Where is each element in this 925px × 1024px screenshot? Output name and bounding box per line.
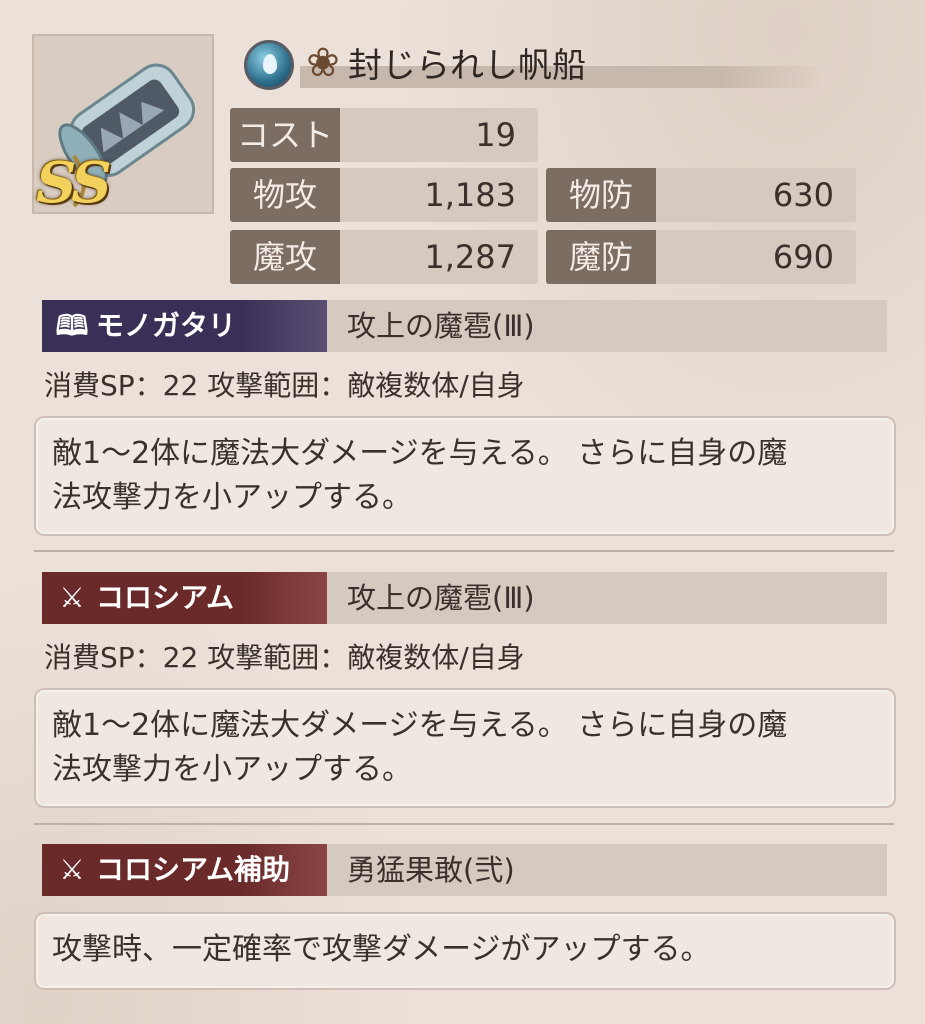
skill-name: 勇猛果敢(弐) [347, 853, 515, 887]
skill-sp-range: 消費SP：22 攻撃範囲：敵複数体/自身 [44, 369, 525, 402]
stat-physical-attack: 物攻 1,183 [230, 168, 538, 222]
skill-description: 攻撃時、一定確率で攻撃ダメージがアップする。 [34, 912, 896, 990]
description-line: 敵1～2体に魔法大ダメージを与える。 さらに自身の魔 [52, 708, 788, 743]
stat-magic-defense: 魔防 690 [546, 230, 856, 284]
skill-header-colosseum: ⚔ コロシアム 攻上の魔雹(Ⅲ) [42, 572, 887, 624]
colosseum-badge: ⚔ コロシアム [42, 572, 327, 624]
book-icon: 🕮 [55, 309, 89, 342]
divider [34, 823, 894, 825]
skill-description: 敵1～2体に魔法大ダメージを与える。 さらに自身の魔 法攻撃力を小アップする。 [34, 688, 896, 808]
description-line: 敵1～2体に魔法大ダメージを与える。 さらに自身の魔 [52, 436, 788, 471]
crossed-swords-icon: ⚔ [59, 581, 85, 614]
skill-description: 敵1～2体に魔法大ダメージを与える。 さらに自身の魔 法攻撃力を小アップする。 [34, 416, 896, 536]
stat-label: コスト [230, 108, 340, 162]
colosseum-support-badge: ⚔ コロシアム補助 [42, 844, 327, 896]
stat-value: 690 [772, 238, 834, 276]
stat-value: 630 [772, 176, 834, 214]
skill-name: 攻上の魔雹(Ⅲ) [347, 581, 535, 615]
stat-label: 魔防 [546, 230, 656, 284]
skill-sp-range: 消費SP：22 攻撃範囲：敵複数体/自身 [44, 641, 525, 674]
crossed-swords-plus-icon: ⚔ [59, 853, 85, 886]
stat-value: 1,287 [424, 238, 516, 276]
stat-value: 19 [475, 116, 516, 154]
badge-label: コロシアム [96, 581, 235, 614]
stat-label: 物防 [546, 168, 656, 222]
stat-label: 物攻 [230, 168, 340, 222]
weapon-name: 封じられし帆船 [348, 46, 586, 86]
stat-value: 1,183 [424, 176, 516, 214]
water-drop-icon [244, 40, 294, 90]
skill-header-colosseum-support: ⚔ コロシアム補助 勇猛果敢(弐) [42, 844, 887, 896]
stat-label: 魔攻 [230, 230, 340, 284]
badge-label: コロシアム補助 [96, 853, 291, 886]
divider [34, 550, 894, 552]
story-badge: 🕮 モノガタリ [42, 300, 327, 352]
badge-label: モノガタリ [96, 309, 237, 342]
rarity-badge: SS [36, 150, 112, 216]
stat-magic-attack: 魔攻 1,287 [230, 230, 538, 284]
description-line: 法攻撃力を小アップする。 [52, 480, 412, 515]
stat-cost: コスト 19 [230, 108, 538, 162]
description-line: 攻撃時、一定確率で攻撃ダメージがアップする。 [52, 932, 711, 967]
description-line: 法攻撃力を小アップする。 [52, 752, 412, 787]
skill-header-story: 🕮 モノガタリ 攻上の魔雹(Ⅲ) [42, 300, 887, 352]
stat-physical-defense: 物防 630 [546, 168, 856, 222]
skill-name: 攻上の魔雹(Ⅲ) [347, 309, 535, 343]
octopus-icon: ❀ [306, 40, 340, 86]
